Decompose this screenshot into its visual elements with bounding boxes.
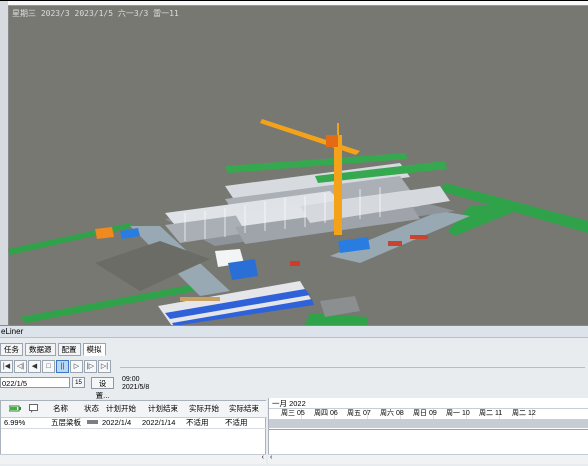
container-orange: [95, 227, 114, 239]
play-back-icon[interactable]: ◀: [28, 360, 41, 373]
scroll-left-icon[interactable]: ‹: [270, 454, 272, 461]
simulation-timestamp: 09:00 2021/5/8: [122, 376, 149, 392]
timeline-slider[interactable]: [120, 367, 585, 368]
row-percent: 6.99%: [4, 418, 26, 427]
col-name[interactable]: 名称: [53, 401, 68, 417]
play-icon[interactable]: ▷: [70, 360, 83, 373]
scroll-left-icon[interactable]: ‹: [262, 454, 264, 461]
timeliner-panel: eLiner 任务 数据源 配置 模拟 |◀ ◁| ◀ □ || ▷ |▷ ▷|…: [0, 325, 588, 466]
gantt-day: 周五 07: [335, 409, 371, 419]
col-plan-start[interactable]: 计划开始: [106, 401, 136, 417]
gantt-day: 周一 10: [434, 409, 470, 419]
grid-scrollbar[interactable]: ‹: [0, 454, 266, 464]
row-name: 五层梁板: [51, 418, 81, 427]
last-icon[interactable]: ▷|: [98, 360, 111, 373]
grid-header: 名称 状态 计划开始 计划结束 实际开始 实际结束: [1, 401, 267, 418]
pause-icon[interactable]: ||: [56, 360, 69, 373]
col-actual-end[interactable]: 实际结束: [229, 401, 259, 417]
timestamp-date: 2021/5/8: [122, 384, 150, 391]
construction-site-scene: [8, 119, 588, 325]
fence-west: [8, 223, 134, 255]
vehicle-red: [290, 261, 300, 266]
gantt-day: 周日 09: [401, 409, 437, 419]
calendar-button[interactable]: 15: [72, 377, 85, 388]
gantt-day: 周二 11: [467, 409, 502, 419]
col-actual-start[interactable]: 实际开始: [189, 401, 219, 417]
timestamp-time: 09:00: [122, 376, 140, 383]
tab-tasks[interactable]: 任务: [0, 343, 23, 356]
gantt-day: 周三 05: [269, 409, 305, 419]
stop-icon[interactable]: □: [42, 360, 55, 373]
panel-title: eLiner: [1, 327, 24, 336]
gantt-chart: 一月 2022 周三 05 周四 06 周五 07 周六 08 周日 09 周一…: [268, 398, 588, 455]
3d-viewport[interactable]: 星期三 2023/3 2023/1/5 六一3/3 雷一11: [0, 0, 588, 325]
gantt-day-header: 周三 05 周四 06 周五 07 周六 08 周日 09 周一 10 周二 1…: [269, 408, 588, 420]
row-plan-end: 2022/1/14: [142, 418, 176, 427]
gantt-baseline: [269, 429, 588, 430]
gantt-day: 周六 08: [368, 409, 404, 419]
gantt-day: 周四 06: [302, 409, 338, 419]
pipes: [180, 297, 220, 301]
gantt-scrollbar[interactable]: ‹: [268, 454, 588, 464]
fence-east-inner: [448, 206, 528, 236]
step-forward-icon[interactable]: |▷: [84, 360, 97, 373]
gantt-task-bar[interactable]: [269, 420, 588, 428]
panel-title-bar: eLiner: [0, 326, 588, 338]
step-back-icon[interactable]: ◁|: [14, 360, 27, 373]
task-grid: 名称 状态 计划开始 计划结束 实际开始 实际结束 6.99% 五层梁板 202…: [0, 400, 267, 455]
tab-simulate[interactable]: 模拟: [82, 343, 106, 356]
gantt-day: 周二 12: [500, 409, 536, 419]
col-status[interactable]: 状态: [84, 401, 99, 417]
row-actual-start: 不适用: [186, 418, 209, 427]
status-bar-icon: [87, 417, 99, 428]
settings-button[interactable]: 设置...: [91, 377, 114, 400]
panel-tabs: 任务 数据源 配置 模拟: [0, 343, 108, 356]
tab-configure[interactable]: 配置: [57, 343, 81, 356]
col-plan-end[interactable]: 计划结束: [148, 401, 178, 417]
vehicle-red-3: [410, 235, 428, 239]
playback-toolbar: |◀ ◁| ◀ □ || ▷ |▷ ▷|: [0, 360, 112, 374]
row-actual-end: 不适用: [225, 418, 248, 427]
first-icon[interactable]: |◀: [0, 360, 13, 373]
table-row[interactable]: 6.99% 五层梁板 2022/1/4 2022/1/14 不适用 不适用: [1, 417, 267, 429]
comment-icon: [29, 401, 39, 417]
date-field[interactable]: 022/1/5: [0, 377, 70, 388]
row-plan-start: 2022/1/4: [102, 418, 132, 427]
container-blue-2: [120, 228, 140, 239]
vehicle-red-2: [388, 241, 402, 246]
battery-icon: [8, 401, 21, 417]
tab-data-sources[interactable]: 数据源: [25, 343, 56, 356]
